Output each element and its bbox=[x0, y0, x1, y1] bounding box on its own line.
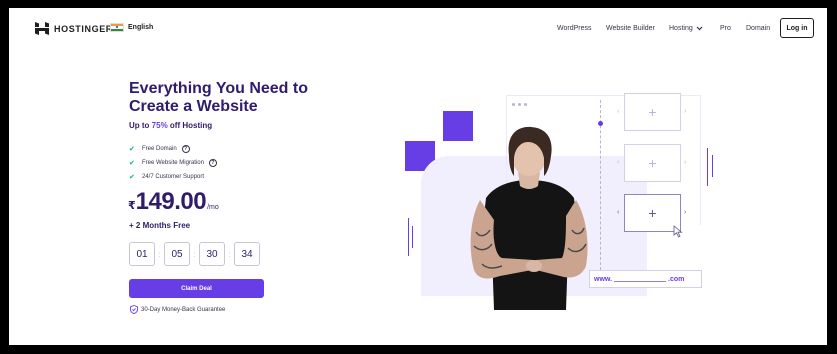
timer-hours: 05 bbox=[164, 242, 190, 266]
layout-block-card: + bbox=[624, 93, 681, 131]
feature-label: Free Website Migration bbox=[142, 160, 204, 166]
person-photo bbox=[470, 126, 588, 310]
nav-hosting-label: Hosting bbox=[669, 25, 693, 32]
countdown-timer: 01 : 05 : 30 : 34 bbox=[129, 242, 260, 266]
window-dots bbox=[512, 103, 527, 106]
language-label: English bbox=[128, 24, 154, 31]
check-icon: ✔ bbox=[129, 160, 135, 167]
check-icon: ✔ bbox=[129, 174, 135, 181]
bonus-text: + 2 Months Free bbox=[129, 221, 191, 230]
page: HOSTINGER English WordPress Website Buil… bbox=[9, 8, 827, 345]
plus-icon: + bbox=[648, 205, 657, 221]
claim-deal-button[interactable]: Claim Deal bbox=[129, 279, 264, 298]
chevron-left-icon: ‹ bbox=[617, 108, 620, 115]
chevron-right-icon: › bbox=[684, 108, 687, 115]
timer-separator: : bbox=[193, 249, 196, 259]
promo-text: Up to 75% off Hosting bbox=[129, 121, 212, 130]
feature-item: ✔ Free Website Migration ? bbox=[129, 156, 217, 170]
nav-hosting[interactable]: Hosting bbox=[669, 25, 703, 32]
timer-separator: : bbox=[158, 249, 161, 259]
guarantee-label: 30-Day Money-Back Guarantee bbox=[141, 306, 226, 313]
hostinger-logo-icon bbox=[35, 22, 49, 35]
brand-name: HOSTINGER bbox=[54, 23, 113, 34]
feature-list: ✔ Free Domain ? ✔ Free Website Migration… bbox=[129, 142, 217, 184]
decor-line bbox=[712, 155, 713, 177]
help-icon[interactable]: ? bbox=[181, 145, 190, 153]
nav-pro[interactable]: Pro bbox=[720, 25, 731, 32]
timer-days: 01 bbox=[129, 242, 155, 266]
url-suffix: .com bbox=[668, 275, 685, 283]
timer-separator: : bbox=[228, 249, 231, 259]
chevron-right-icon: › bbox=[684, 209, 687, 216]
login-button[interactable]: Log in bbox=[780, 18, 814, 38]
guarantee: 30-Day Money-Back Guarantee bbox=[130, 305, 225, 314]
promo-prefix: Up to bbox=[129, 121, 152, 130]
nav-wordpress[interactable]: WordPress bbox=[557, 25, 592, 32]
language-selector[interactable]: English bbox=[110, 23, 153, 32]
decor-line bbox=[412, 226, 413, 248]
url-prefix: www. bbox=[594, 275, 613, 283]
timer-minutes: 30 bbox=[199, 242, 225, 266]
promo-suffix: off Hosting bbox=[167, 121, 213, 130]
brand-logo[interactable]: HOSTINGER bbox=[35, 22, 113, 35]
hero-title: Everything You Need to Create a Website bbox=[129, 80, 329, 116]
india-flag-icon bbox=[110, 23, 124, 32]
price-currency: ₹ bbox=[128, 200, 136, 212]
chevron-left-icon: ‹ bbox=[617, 159, 620, 166]
layout-block-card: + bbox=[624, 144, 681, 182]
nav-domain[interactable]: Domain bbox=[746, 25, 770, 32]
plus-icon: + bbox=[648, 155, 657, 171]
nav-website-builder[interactable]: Website Builder bbox=[606, 25, 655, 32]
feature-item: ✔ Free Domain ? bbox=[129, 142, 217, 156]
feature-label: Free Domain bbox=[142, 146, 177, 152]
chevron-down-icon bbox=[696, 26, 703, 31]
hero-title-line-2: Create a Website bbox=[129, 98, 258, 115]
cursor-icon bbox=[673, 225, 683, 238]
price: ₹ 149.00 /mo bbox=[128, 188, 219, 216]
timer-seconds: 34 bbox=[234, 242, 260, 266]
check-icon: ✔ bbox=[129, 146, 135, 153]
feature-item: ✔ 24/7 Customer Support bbox=[129, 170, 217, 184]
price-amount: 149.00 bbox=[135, 188, 207, 215]
shield-icon bbox=[130, 305, 138, 314]
chevron-left-icon: ‹ bbox=[617, 209, 620, 216]
chevron-right-icon: › bbox=[684, 159, 687, 166]
help-icon[interactable]: ? bbox=[208, 159, 217, 167]
promo-discount: 75% bbox=[151, 121, 168, 130]
plus-icon: + bbox=[648, 104, 657, 120]
price-period: /mo bbox=[207, 204, 219, 211]
url-blank-line bbox=[614, 280, 667, 282]
domain-url-bar: www. .com bbox=[589, 270, 702, 288]
header: HOSTINGER English WordPress Website Buil… bbox=[9, 8, 827, 50]
decor-line bbox=[408, 218, 409, 256]
hero-title-line-1: Everything You Need to bbox=[129, 80, 308, 97]
feature-label: 24/7 Customer Support bbox=[142, 174, 205, 180]
decor-line bbox=[707, 148, 708, 186]
